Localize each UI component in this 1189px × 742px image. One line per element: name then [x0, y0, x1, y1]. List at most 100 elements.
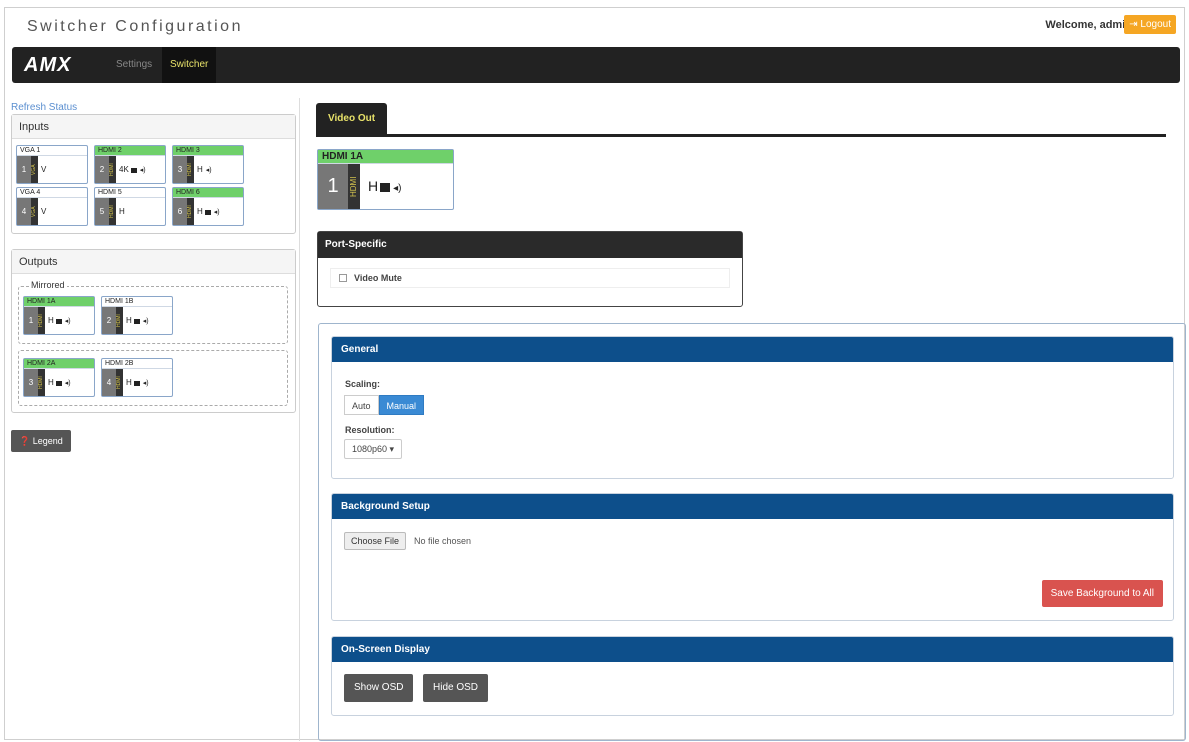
signal-flag: H [119, 207, 125, 216]
show-osd-button[interactable]: Show OSD [344, 674, 414, 702]
header: Switcher Configuration Welcome, admin ⇥ … [5, 8, 1184, 48]
lock-icon [133, 381, 140, 386]
tile-name: VGA 4 [17, 188, 87, 198]
signal-flag: H [48, 378, 54, 387]
sidebar: Refresh Status Inputs VGA 1 1 VGA V HDMI 2… [5, 98, 300, 741]
nav-switcher[interactable]: Switcher [162, 47, 217, 83]
speaker-icon: ◂) [205, 167, 212, 174]
tile-flags: H ◂) [48, 307, 71, 334]
logout-icon: ⇥ [1129, 19, 1138, 30]
app-window: Switcher Configuration Welcome, admin ⇥ … [4, 7, 1186, 741]
background-setup-title: Background Setup [332, 494, 1173, 519]
nav-settings[interactable]: Settings [108, 47, 160, 83]
input-tile-5[interactable]: HDMI 5 5 HDMI H [94, 187, 166, 226]
input-tile-6[interactable]: HDMI 6 6 HDMI H ◂) [172, 187, 244, 226]
inputs-title: Inputs [12, 115, 295, 139]
file-status-text: No file chosen [414, 536, 472, 546]
refresh-status-link[interactable]: Refresh Status [11, 102, 77, 113]
input-tile-3[interactable]: HDMI 3 3 HDMI H ◂) [172, 145, 244, 184]
signal-flag: V [41, 207, 47, 216]
outputs-title: Outputs [12, 250, 295, 274]
video-mute-checkbox[interactable] [339, 274, 347, 282]
save-background-button[interactable]: Save Background to All [1041, 580, 1163, 607]
output-tile-2b[interactable]: HDMI 2B 4 HDMI H ◂) [101, 358, 173, 397]
mirrored-group: Mirrored HDMI 1A 1 HDMI H ◂) HDMI 1B 2 HDMI H… [18, 280, 288, 344]
tile-name: HDMI 3 [173, 146, 243, 156]
settings-container: General Scaling: Auto Manual Resolution: … [318, 323, 1186, 741]
lock-icon [130, 168, 137, 173]
signal-flag: H [126, 378, 132, 387]
tile-number: 1 [24, 307, 38, 334]
tile-flags: H ◂) [48, 369, 71, 396]
input-tile-4[interactable]: VGA 4 4 VGA V [16, 187, 88, 226]
legend-button[interactable]: ❓ Legend [11, 430, 71, 452]
output-tile-1b[interactable]: HDMI 1B 2 HDMI H ◂) [101, 296, 173, 335]
osd-title: On-Screen Display [332, 637, 1173, 662]
input-tile-2[interactable]: HDMI 2 2 HDMI 4K ◂) [94, 145, 166, 184]
output-tile-1a[interactable]: HDMI 1A 1 HDMI H ◂) [23, 296, 95, 335]
input-tile-1[interactable]: VGA 1 1 VGA V [16, 145, 88, 184]
signal-flag: H [126, 316, 132, 325]
tile-flags: H ◂) [126, 369, 149, 396]
main-content: Video Out HDMI 1A 1 HDMI H ◂) Port-Specif… [301, 98, 1186, 741]
tile-name: HDMI 5 [95, 188, 165, 198]
osd-section: On-Screen Display Show OSD Hide OSD [331, 636, 1174, 716]
tile-name: VGA 1 [17, 146, 87, 156]
tile-flags: V [41, 156, 46, 183]
tile-number: 3 [24, 369, 38, 396]
speaker-icon: ◂) [142, 380, 149, 387]
lock-icon [204, 210, 211, 215]
tile-number: 1 [318, 164, 348, 209]
tile-type: HDMI [116, 369, 123, 396]
tile-flags: 4K ◂) [119, 156, 146, 183]
tile-number: 2 [102, 307, 116, 334]
tile-type: HDMI [38, 307, 45, 334]
tab-video-out[interactable]: Video Out [316, 103, 388, 134]
output-tile-2a[interactable]: HDMI 2A 3 HDMI H ◂) [23, 358, 95, 397]
lock-icon [380, 183, 391, 192]
resolution-dropdown[interactable]: 1080p60 ▾ [344, 439, 403, 459]
tab-bar: Video Out [316, 103, 1166, 137]
lock-icon [133, 319, 140, 324]
tile-name: HDMI 2A [24, 359, 94, 369]
scaling-label: Scaling: [345, 379, 381, 389]
tile-type: VGA [31, 156, 38, 183]
video-mute-label: Video Mute [354, 273, 402, 283]
amx-logo: AMX [24, 54, 72, 76]
navbar: AMX Settings Switcher [12, 47, 1180, 83]
hide-osd-button[interactable]: Hide OSD [423, 674, 489, 702]
speaker-icon: ◂) [213, 209, 220, 216]
resolution-label: Resolution: [345, 425, 395, 435]
scaling-auto-button[interactable]: Auto [344, 395, 379, 415]
tile-type: VGA [31, 198, 38, 225]
selected-output-tile[interactable]: HDMI 1A 1 HDMI H ◂) [317, 149, 454, 210]
tile-type: HDMI [109, 198, 116, 225]
question-icon: ❓ [19, 436, 31, 446]
output-group-2: HDMI 2A 3 HDMI H ◂) HDMI 2B 4 HDMI H ◂) [18, 350, 288, 406]
tile-type: HDMI [348, 164, 360, 209]
signal-flag: H [48, 316, 54, 325]
signal-flag: H [368, 178, 379, 194]
tile-number: 2 [95, 156, 109, 183]
tile-flags: H ◂) [368, 164, 401, 209]
inputs-panel: Inputs VGA 1 1 VGA V HDMI 2 2 HDMI 4K ◂) HDMI… [11, 114, 296, 234]
speaker-icon: ◂) [64, 318, 71, 325]
tile-number: 3 [173, 156, 187, 183]
tile-flags: H ◂) [197, 156, 212, 183]
speaker-icon: ◂) [139, 167, 146, 174]
mirrored-label: Mirrored [29, 280, 67, 290]
general-title: General [332, 337, 1173, 362]
scaling-manual-button[interactable]: Manual [378, 395, 425, 415]
tile-type: HDMI [187, 198, 194, 225]
choose-file-button[interactable]: Choose File [344, 532, 407, 550]
lock-icon [55, 381, 62, 386]
tile-name: HDMI 1A [318, 150, 453, 164]
logout-button[interactable]: ⇥ Logout [1124, 15, 1176, 34]
legend-label: Legend [32, 436, 63, 446]
speaker-icon: ◂) [393, 183, 402, 194]
logout-label: Logout [1140, 19, 1171, 30]
signal-flag: H [197, 207, 203, 216]
tile-type: HDMI [116, 307, 123, 334]
tile-type: HDMI [187, 156, 194, 183]
background-setup-section: Background Setup Choose File No file cho… [331, 493, 1174, 621]
